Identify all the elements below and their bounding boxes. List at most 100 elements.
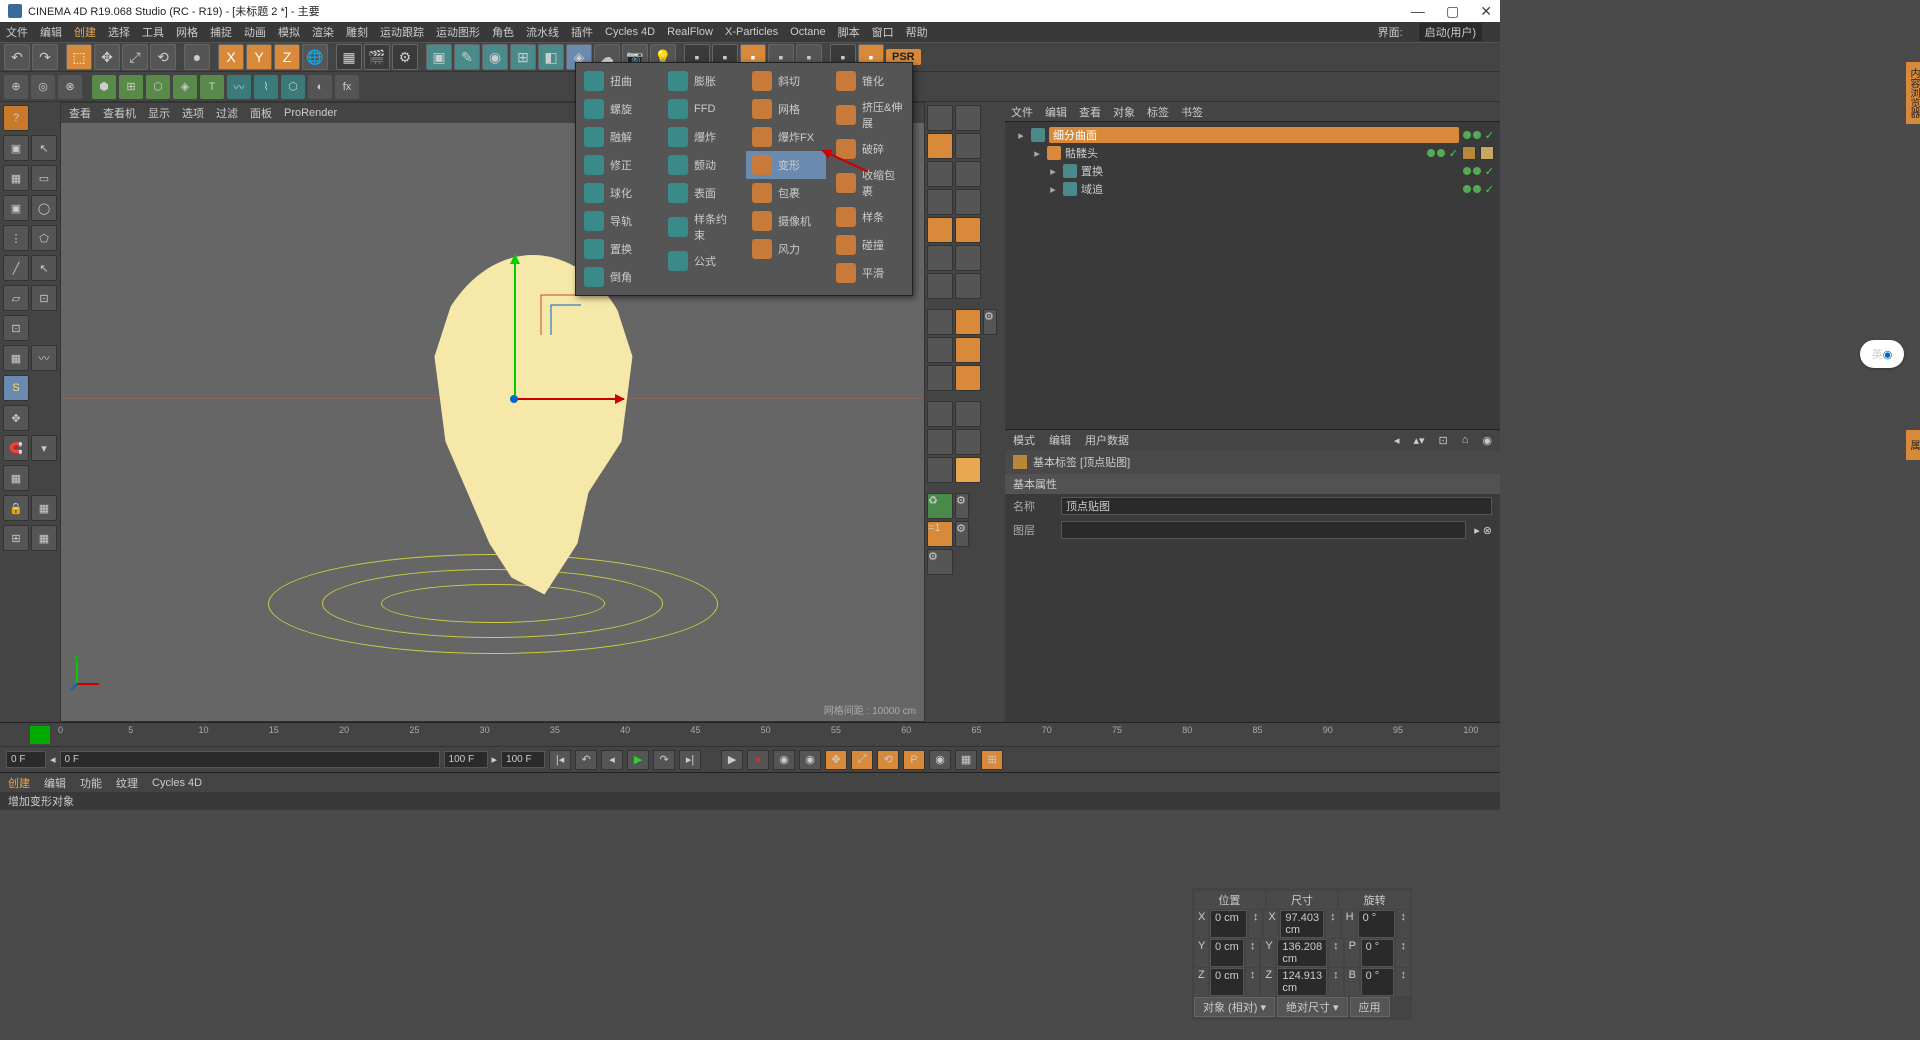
primitive-pen[interactable]: ✎ [454,44,480,70]
deformer-网格[interactable]: 网格 [746,95,826,123]
axis-y-gizmo[interactable] [514,255,516,395]
mat-tab[interactable]: Cycles 4D [152,777,202,789]
mograph-b[interactable]: ◎ [31,75,55,99]
vp-menu-item[interactable]: 查看 [69,105,91,121]
deformer-修正[interactable]: 修正 [578,151,658,179]
menu-19[interactable]: Octane [790,26,825,38]
menu-17[interactable]: RealFlow [667,26,713,38]
deformer-倒角[interactable]: 倒角 [578,263,658,291]
rect-select[interactable]: ▭ [31,165,57,191]
rotate-gizmo[interactable] [536,290,586,340]
goto-start[interactable]: |◂ [549,750,571,770]
deformer-收缩包裹[interactable]: 收缩包裹 [830,163,910,203]
menu-21[interactable]: 窗口 [872,24,894,40]
rc-15b[interactable]: ⚙ [955,521,969,547]
uv-poly[interactable]: ▦ [3,345,29,371]
object-row[interactable]: ▸骷髅头✓ [1011,144,1494,162]
snap-toggle[interactable]: 🧲 [3,435,29,461]
generator-sds[interactable]: ◉ [482,44,508,70]
mat-tab[interactable]: 纹理 [116,775,138,791]
key-pla[interactable]: ◉ [929,750,951,770]
last-tool[interactable]: ● [184,44,210,70]
rc-11a[interactable] [927,401,953,427]
close-icon[interactable]: ✕ [1480,3,1492,19]
deformer-平滑[interactable]: 平滑 [830,259,910,287]
deformer-popup[interactable]: 扭曲螺旋融解修正球化导轨置换倒角膨胀FFD爆炸颤动表面样条约束公式斜切网格爆炸F… [575,62,913,296]
deformer-锥化[interactable]: 锥化 [830,67,910,95]
key-param[interactable]: P [903,750,925,770]
menu-6[interactable]: 捕捉 [210,24,232,40]
axis-y-toggle[interactable]: Y [246,44,272,70]
rp-tab[interactable]: 编辑 [1045,104,1067,120]
texture-mode[interactable]: ▦ [3,165,29,191]
deformer-颤动[interactable]: 颤动 [662,151,742,179]
rc-12a[interactable] [927,429,953,455]
rp-tab[interactable]: 文件 [1011,104,1033,120]
deformer-变形[interactable]: 变形 [746,151,826,179]
grid-b[interactable]: ▦ [31,525,57,551]
lock-icon[interactable]: 🔒 [3,495,29,521]
menu-8[interactable]: 模拟 [278,24,300,40]
help-icon[interactable]: ? [3,105,29,131]
menu-14[interactable]: 流水线 [526,24,559,40]
generator-extrude[interactable]: ◧ [538,44,564,70]
rc-5b[interactable] [955,217,981,243]
menu-11[interactable]: 运动跟踪 [380,24,424,40]
step-back[interactable]: ↶ [575,750,597,770]
vp-menu-item[interactable]: 面板 [250,105,272,121]
menu-3[interactable]: 选择 [108,24,130,40]
axis-z-toggle[interactable]: Z [274,44,300,70]
layer-menu-icon[interactable]: ▸ ⊗ [1474,524,1492,537]
vp-menu-item[interactable]: 过滤 [216,105,238,121]
menu-16[interactable]: Cycles 4D [605,26,655,38]
step-fwd[interactable]: ↷ [653,750,675,770]
object-row[interactable]: ▸置换✓ [1011,162,1494,180]
name-field[interactable] [1061,497,1492,515]
rc-8a[interactable] [927,309,953,335]
rc-2a[interactable] [927,133,953,159]
poly-select[interactable]: ⬠ [31,225,57,251]
timeline[interactable]: 0510152025303540455055606570758085909510… [0,722,1500,746]
menu-5[interactable]: 网格 [176,24,198,40]
vp-menu-item[interactable]: 选项 [182,105,204,121]
deformer-表面[interactable]: 表面 [662,179,742,207]
rc-12b[interactable] [955,429,981,455]
attr-tab[interactable]: 编辑 [1049,432,1071,448]
ime-badge[interactable]: 英 ◉ [1860,340,1904,368]
menu-7[interactable]: 动画 [244,24,266,40]
s-mode[interactable]: S [3,375,29,401]
rc-6b[interactable] [955,245,981,271]
deformer-斜切[interactable]: 斜切 [746,67,826,95]
mospline[interactable]: ⌇ [254,75,278,99]
menu-18[interactable]: X-Particles [725,26,778,38]
text-obj[interactable]: T [200,75,224,99]
key-anim[interactable]: ▦ [955,750,977,770]
lasso-select[interactable]: ◯ [31,195,57,221]
goto-end[interactable]: ▸| [679,750,701,770]
vertical-tab-1[interactable]: 内容浏览器 [1906,62,1920,124]
rc-10b[interactable] [955,365,981,391]
generator-array[interactable]: ⊞ [510,44,536,70]
rc-3b[interactable] [955,161,981,187]
deformer-样条约束[interactable]: 样条约束 [662,207,742,247]
vertical-tab-2[interactable]: 属性 [1906,430,1920,460]
autokey[interactable]: ● [747,750,769,770]
deformer-爆炸[interactable]: 爆炸 [662,123,742,151]
skull-object[interactable] [423,255,643,595]
menu-4[interactable]: 工具 [142,24,164,40]
object-tree[interactable]: ▸细分曲面✓▸骷髅头✓▸置换✓▸域追✓ [1005,122,1500,429]
axis-x-gizmo[interactable] [514,398,624,400]
rc-2b[interactable] [955,133,981,159]
key-opts[interactable]: ◉ [799,750,821,770]
snap-menu[interactable]: ▾ [31,435,57,461]
deformer-膨胀[interactable]: 膨胀 [662,67,742,95]
quantize[interactable]: ⊞ [3,525,29,551]
rc-5a[interactable] [927,217,953,243]
deformer-挤压&伸展[interactable]: 挤压&伸展 [830,95,910,135]
menu-10[interactable]: 雕刻 [346,24,368,40]
minimize-icon[interactable]: — [1411,3,1425,19]
rc-16a[interactable]: ⚙ [927,549,953,575]
rc-3a[interactable] [927,161,953,187]
start-frame[interactable] [6,751,46,768]
key-pos[interactable]: ✥ [825,750,847,770]
